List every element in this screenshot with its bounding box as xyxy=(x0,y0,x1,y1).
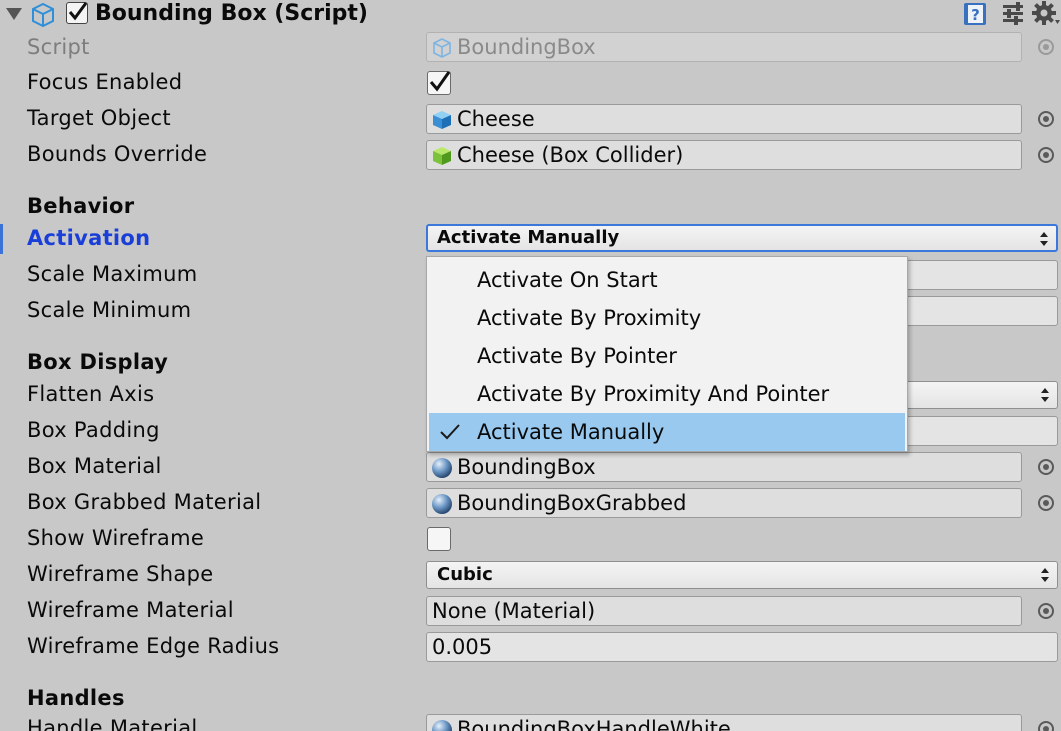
target-object-label: Target Object xyxy=(27,106,171,130)
object-picker-icon[interactable] xyxy=(1038,721,1054,731)
bounds-override-label: Bounds Override xyxy=(27,142,208,166)
active-row-indicator xyxy=(0,224,3,254)
wireframe-shape-label: Wireframe Shape xyxy=(27,562,214,586)
wireframe-shape-value: Cubic xyxy=(437,564,493,585)
svg-text:?: ? xyxy=(971,6,980,24)
flatten-axis-label: Flatten Axis xyxy=(27,382,155,406)
object-picker-icon[interactable] xyxy=(1038,147,1054,163)
object-picker-icon[interactable] xyxy=(1038,111,1054,127)
box-grabbed-material-field[interactable]: BoundingBoxGrabbed xyxy=(426,488,1022,518)
script-field: BoundingBox xyxy=(426,32,1022,62)
handle-material-label: Handle Material xyxy=(27,716,198,731)
activation-label: Activation xyxy=(27,226,151,250)
object-picker-icon[interactable] xyxy=(1038,459,1054,475)
preset-icon[interactable] xyxy=(1000,1,1026,27)
script-value: BoundingBox xyxy=(457,35,596,59)
menu-item-activate-by-pointer[interactable]: Activate By Pointer xyxy=(429,337,905,375)
updown-arrows-icon xyxy=(1041,388,1049,402)
mesh-icon xyxy=(433,111,451,129)
wireframe-edge-radius-label: Wireframe Edge Radius xyxy=(27,634,280,658)
bounds-override-field[interactable]: Cheese (Box Collider) xyxy=(426,140,1022,170)
box-material-field[interactable]: BoundingBox xyxy=(426,452,1022,482)
script-label: Script xyxy=(27,35,90,59)
menu-item-activate-on-start[interactable]: Activate On Start xyxy=(429,261,905,299)
updown-arrows-icon xyxy=(1040,232,1048,246)
component-header: Bounding Box (Script) ? xyxy=(0,0,1061,30)
inspector-panel: Bounding Box (Script) ? Script BoundingB… xyxy=(0,0,1061,731)
material-sphere-icon xyxy=(432,494,452,514)
wireframe-edge-radius-value: 0.005 xyxy=(432,635,493,659)
focus-enabled-label: Focus Enabled xyxy=(27,70,183,94)
scale-minimum-label: Scale Minimum xyxy=(27,298,192,322)
section-handles: Handles xyxy=(27,686,125,710)
activation-value: Activate Manually xyxy=(437,227,620,248)
checkmark-icon xyxy=(429,71,451,92)
foldout-arrow-icon[interactable] xyxy=(6,8,22,20)
material-sphere-icon xyxy=(432,458,452,478)
wireframe-material-value: None (Material) xyxy=(432,599,596,623)
activation-menu: Activate On Start Activate By Proximity … xyxy=(426,256,908,452)
section-behavior: Behavior xyxy=(27,194,135,218)
activation-dropdown[interactable]: Activate Manually xyxy=(426,224,1058,252)
menu-item-activate-by-proximity-and-pointer[interactable]: Activate By Proximity And Pointer xyxy=(429,375,905,413)
object-picker-icon[interactable] xyxy=(1038,495,1054,511)
wireframe-material-label: Wireframe Material xyxy=(27,598,234,622)
bounds-override-value: Cheese (Box Collider) xyxy=(457,143,684,167)
target-object-field[interactable]: Cheese xyxy=(426,104,1022,134)
menu-item-activate-by-proximity[interactable]: Activate By Proximity xyxy=(429,299,905,337)
script-icon xyxy=(433,38,451,58)
help-icon[interactable]: ? xyxy=(962,1,988,27)
target-object-value: Cheese xyxy=(457,107,535,131)
box-material-label: Box Material xyxy=(27,454,162,478)
box-grabbed-material-value: BoundingBoxGrabbed xyxy=(457,491,687,515)
material-sphere-icon xyxy=(432,720,452,731)
component-title: Bounding Box (Script) xyxy=(95,1,368,26)
checkmark-icon xyxy=(440,424,460,440)
show-wireframe-label: Show Wireframe xyxy=(27,526,205,550)
gear-icon[interactable] xyxy=(1032,0,1061,28)
object-picker-icon xyxy=(1038,39,1054,55)
section-box-display: Box Display xyxy=(27,350,169,374)
box-collider-icon xyxy=(433,147,451,165)
updown-arrows-icon xyxy=(1041,568,1049,582)
box-material-value: BoundingBox xyxy=(457,455,596,479)
wireframe-shape-dropdown[interactable]: Cubic xyxy=(426,561,1058,589)
menu-item-activate-manually[interactable]: Activate Manually xyxy=(429,413,905,451)
box-padding-label: Box Padding xyxy=(27,418,160,442)
box-grabbed-material-label: Box Grabbed Material xyxy=(27,490,262,514)
script-icon xyxy=(32,2,54,28)
scale-maximum-label: Scale Maximum xyxy=(27,262,198,286)
wireframe-edge-radius-field[interactable]: 0.005 xyxy=(426,632,1058,662)
show-wireframe-checkbox[interactable] xyxy=(427,527,451,551)
wireframe-material-field[interactable]: None (Material) xyxy=(426,596,1022,626)
focus-enabled-checkbox[interactable] xyxy=(427,71,451,95)
handle-material-field[interactable]: BoundingBoxHandleWhite xyxy=(426,714,1022,731)
component-enabled-checkbox[interactable] xyxy=(66,2,88,24)
object-picker-icon[interactable] xyxy=(1038,603,1054,619)
handle-material-value: BoundingBoxHandleWhite xyxy=(457,717,731,731)
